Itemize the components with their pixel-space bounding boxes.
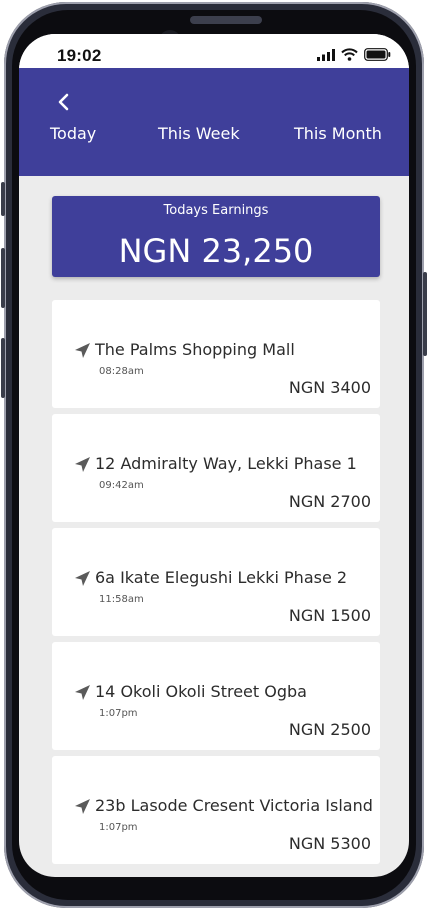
todays-earnings-card: Todays Earnings NGN 23,250 xyxy=(52,196,380,277)
trip-amount: NGN 5300 xyxy=(288,834,371,853)
signal-icon xyxy=(317,48,335,61)
header-bar: Today This Week This Month xyxy=(19,68,409,176)
status-time: 19:02 xyxy=(57,46,102,65)
trip-time: 1:07pm xyxy=(99,822,138,833)
trip-item[interactable]: 14 Okoli Okoli Street Ogba 1:07pm NGN 25… xyxy=(52,642,380,750)
volume-down-button xyxy=(1,338,5,398)
send-arrow-icon xyxy=(75,685,90,700)
trip-item[interactable]: 6a Ikate Elegushi Lekki Phase 2 11:58am … xyxy=(52,528,380,636)
tab-today[interactable]: Today xyxy=(50,124,96,143)
status-icons xyxy=(317,48,391,61)
send-arrow-icon xyxy=(75,799,90,814)
trip-destination: The Palms Shopping Mall xyxy=(95,340,295,359)
mute-switch xyxy=(1,182,5,216)
trip-destination: 12 Admiralty Way, Lekki Phase 1 xyxy=(95,454,357,473)
tab-this-month[interactable]: This Month xyxy=(294,124,382,143)
trip-amount: NGN 1500 xyxy=(288,606,371,625)
trip-time: 11:58am xyxy=(99,594,144,605)
trip-time: 1:07pm xyxy=(99,708,138,719)
trip-item[interactable]: The Palms Shopping Mall 08:28am NGN 3400 xyxy=(52,300,380,408)
power-button xyxy=(423,272,427,356)
back-chevron-icon[interactable] xyxy=(55,90,75,114)
send-arrow-icon xyxy=(75,343,90,358)
earnings-label: Todays Earnings xyxy=(163,203,269,218)
trip-amount: NGN 2700 xyxy=(288,492,371,511)
trip-destination: 14 Okoli Okoli Street Ogba xyxy=(95,682,307,701)
trip-item[interactable]: 12 Admiralty Way, Lekki Phase 1 09:42am … xyxy=(52,414,380,522)
trip-time: 09:42am xyxy=(99,480,144,491)
trip-time: 08:28am xyxy=(99,366,144,377)
earnings-value: NGN 23,250 xyxy=(118,232,314,270)
trip-amount: NGN 2500 xyxy=(288,720,371,739)
send-arrow-icon xyxy=(75,457,90,472)
trip-amount: NGN 3400 xyxy=(288,378,371,397)
send-arrow-icon xyxy=(75,571,90,586)
battery-icon xyxy=(364,48,391,61)
speaker-grille xyxy=(190,16,262,24)
trip-item[interactable]: 23b Lasode Cresent Victoria Island 1:07p… xyxy=(52,756,380,864)
trip-destination: 23b Lasode Cresent Victoria Island xyxy=(95,796,373,815)
tab-this-week[interactable]: This Week xyxy=(158,124,240,143)
trip-destination: 6a Ikate Elegushi Lekki Phase 2 xyxy=(95,568,348,587)
app-screen: 19:02 Today This Week This Month Todays … xyxy=(19,34,409,877)
volume-up-button xyxy=(1,248,5,308)
status-bar: 19:02 xyxy=(19,34,409,68)
wifi-icon xyxy=(341,48,358,61)
